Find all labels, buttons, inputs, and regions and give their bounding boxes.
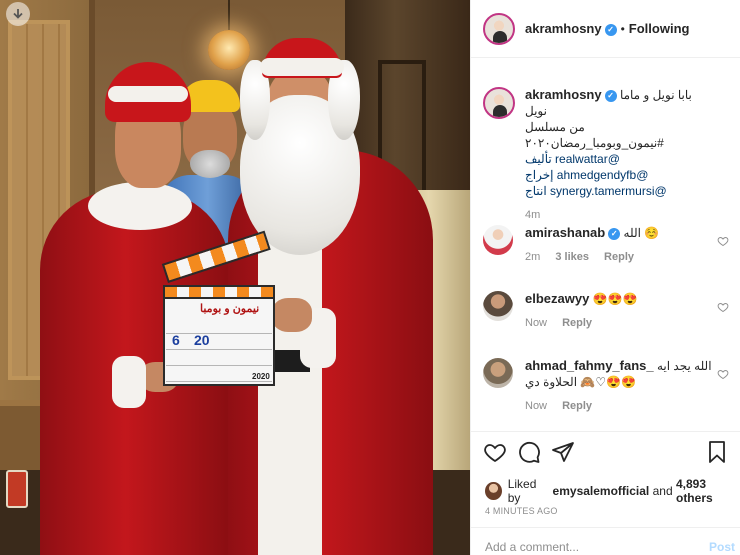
save-bookmark-icon[interactable]	[705, 440, 729, 464]
like-comment-heart-icon[interactable]	[717, 368, 729, 380]
post-actions: Liked by emysalemofficial and 4,893 othe…	[471, 431, 740, 527]
caption-line-4[interactable]: @ahmedgendyfb إخراج	[525, 167, 715, 183]
comments-list[interactable]: akramhosny ✓ بابا نويل و ماما نويل من مسل…	[471, 59, 740, 431]
post-timestamp[interactable]: 4 MINUTES AGO	[485, 506, 558, 516]
comment-body: amirashanab ✓ الله ☺️ 2m 3 likes Reply	[525, 225, 715, 265]
commenter-avatar[interactable]	[483, 225, 513, 255]
share-paper-plane-icon[interactable]	[551, 440, 575, 464]
liker-avatar[interactable]	[485, 482, 502, 500]
comment-meta: Now Reply	[525, 315, 715, 331]
post-comment-button[interactable]: Post	[709, 540, 735, 554]
comment-likes[interactable]: 3 likes	[555, 251, 589, 263]
caption-line-5[interactable]: @synergy.tamermursi انتاج	[525, 183, 715, 199]
clapperboard-scene: 6	[172, 332, 180, 348]
add-comment-input[interactable]	[485, 540, 685, 554]
comment-body: elbezawyy 😍😍😍 Now Reply	[525, 291, 715, 331]
like-comment-heart-icon[interactable]	[717, 301, 729, 313]
likes-count[interactable]: 4,893 others	[676, 477, 740, 505]
comment-username[interactable]: elbezawyy	[525, 291, 589, 306]
author-username[interactable]: akramhosny	[525, 21, 602, 36]
comment-username[interactable]: amirashanab	[525, 225, 605, 240]
post-photo[interactable]: نيمون و بومبا 6 20 2020	[0, 0, 470, 555]
download-icon	[13, 9, 23, 19]
caption-username[interactable]: akramhosny	[525, 87, 602, 102]
reply-button[interactable]: Reply	[562, 400, 592, 412]
separator-dot: •	[620, 22, 625, 36]
santa-trim	[258, 230, 322, 555]
caption-age[interactable]: 4m	[525, 209, 540, 221]
comment-meta: Now Reply	[525, 398, 715, 414]
clapperboard-year: 2020	[252, 372, 270, 381]
comment-username[interactable]: ahmad_fahmy_fans_	[525, 358, 654, 373]
liked-by: Liked by emysalemofficial and 4,893 othe…	[485, 477, 740, 505]
caption-line-3[interactable]: @realwattar تأليف	[525, 151, 715, 167]
post-sidebar: akramhosny ✓ • Following akramhosny ✓ بابا ن…	[470, 0, 740, 555]
clapperboard-take: 20	[194, 332, 210, 348]
lamp	[208, 30, 250, 70]
author-avatar[interactable]	[483, 12, 515, 45]
like-comment-heart-icon[interactable]	[717, 235, 729, 247]
commenter-avatar[interactable]	[483, 358, 513, 388]
comment-age[interactable]: Now	[525, 400, 547, 412]
download-button[interactable]	[6, 2, 30, 26]
comment-body: ahmad_fahmy_fans_ الله يجد ايه 😍😍♡🙈 الحل…	[525, 358, 715, 414]
like-heart-icon[interactable]	[483, 440, 507, 464]
clapperboard-title: نيمون و بومبا	[200, 303, 260, 315]
caption-body: akramhosny ✓ بابا نويل و ماما نويل من مسل…	[525, 87, 715, 223]
cup	[6, 470, 28, 508]
commenter-avatar[interactable]	[483, 291, 513, 321]
post-header: akramhosny ✓ • Following	[471, 0, 740, 58]
comment-age[interactable]: 2m	[525, 251, 540, 263]
verified-badge-icon: ✓	[604, 23, 617, 36]
clapperboard-stick	[163, 285, 275, 299]
reply-button[interactable]: Reply	[562, 317, 592, 329]
liked-by-user[interactable]: emysalemofficial	[553, 484, 650, 498]
verified-badge-icon: ✓	[608, 227, 621, 240]
liked-by-prefix: Liked by	[507, 477, 537, 505]
comment-bubble-icon[interactable]	[517, 440, 541, 464]
add-comment-bar: Post	[471, 527, 740, 555]
following-button[interactable]: Following	[629, 21, 690, 36]
comment-age[interactable]: Now	[525, 317, 547, 329]
author-info: akramhosny ✓ • Following	[525, 21, 689, 36]
comment-meta: 2m 3 likes Reply	[525, 249, 715, 265]
comment-text: 😍😍😍	[592, 292, 638, 306]
caption-line-2: من مسلسل #نيمون_وبومبا_رمضان٢٠٢٠	[525, 120, 664, 150]
reply-button[interactable]: Reply	[604, 251, 634, 263]
liked-by-and: and	[652, 484, 673, 498]
caption-meta: 4m	[525, 207, 715, 223]
author-avatar[interactable]	[483, 87, 515, 119]
comment-text: الله ☺️	[623, 226, 660, 240]
verified-badge-icon: ✓	[604, 89, 617, 102]
lamp-cord	[228, 0, 230, 32]
